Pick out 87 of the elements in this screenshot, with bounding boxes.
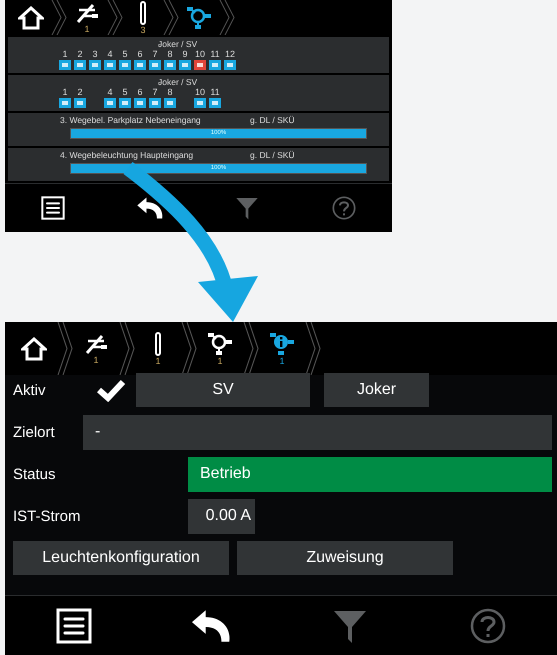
- menu-icon[interactable]: [56, 608, 92, 644]
- chevron-icon: [57, 322, 73, 375]
- lamp-number: 9: [182, 49, 188, 60]
- lamp-number: 3: [92, 49, 98, 60]
- checkmark-icon[interactable]: [96, 378, 126, 402]
- group-title: 4. Wegebeleuchtung Haupteingang: [60, 150, 194, 160]
- lamp-icon[interactable]: [164, 98, 176, 108]
- chevron-icon: [181, 322, 197, 375]
- lamp-icon[interactable]: [149, 98, 161, 108]
- breadcrumb-tab[interactable]: 1: [73, 322, 119, 375]
- lamp-number: 10: [194, 87, 205, 98]
- group-title: 3. Wegebel. Parkplatz Nebeneingang: [60, 115, 202, 125]
- lamp-number: 5: [122, 49, 128, 60]
- lamp-icon[interactable]: [209, 60, 221, 70]
- crossed-node-icon: [75, 2, 99, 24]
- destination-field[interactable]: -: [83, 414, 552, 450]
- info-node-icon: [269, 332, 295, 356]
- node-icon: [207, 332, 233, 356]
- lamp-number: 8: [167, 87, 172, 98]
- breadcrumb-tab[interactable]: 3: [123, 0, 163, 35]
- lamp-icon[interactable]: [89, 60, 101, 70]
- action-button[interactable]: Joker: [324, 373, 429, 407]
- chevron-icon: [119, 322, 135, 375]
- lamp-icon[interactable]: [164, 60, 176, 70]
- action-button[interactable]: Leuchtenkonfiguration: [13, 541, 229, 575]
- lamp-number: 11: [210, 87, 220, 98]
- chevron-icon: [243, 322, 259, 375]
- field-label: IST-Strom: [13, 508, 82, 524]
- field-label: Status: [13, 466, 57, 482]
- lamp-number: 4: [107, 49, 112, 60]
- bar-icon: [139, 0, 147, 24]
- lamp-icon[interactable]: [74, 98, 86, 108]
- lamp-number: 12: [224, 49, 235, 60]
- home-icon: [21, 336, 47, 360]
- bar-icon: [154, 332, 162, 356]
- chevron-icon: [305, 322, 321, 375]
- current-field: 0.00 A: [188, 498, 255, 534]
- field-label: Aktiv: [13, 382, 47, 398]
- crossed-node-icon: [84, 332, 108, 354]
- action-button[interactable]: SV: [136, 373, 310, 407]
- breadcrumb-tab[interactable]: 1: [135, 322, 181, 375]
- lamp-icon[interactable]: [194, 98, 206, 108]
- lamp-number: 8: [167, 49, 172, 60]
- list-row[interactable]: -Joker / SV 1 2 4 5 6 7 8 10 11: [8, 75, 389, 111]
- group-type: g. DL / SKÜ: [250, 150, 295, 160]
- action-button[interactable]: Zuweisung: [237, 541, 453, 575]
- chevron-icon: [51, 0, 67, 35]
- lamp-icon[interactable]: [209, 98, 221, 108]
- lamp-number: 1: [62, 87, 68, 98]
- lamp-icon[interactable]: [194, 60, 206, 70]
- lamp-number: 7: [152, 49, 158, 60]
- chevron-icon: [219, 0, 235, 35]
- breadcrumb-tab[interactable]: 1: [197, 322, 243, 375]
- lamp-icon[interactable]: [59, 60, 71, 70]
- group-type: g. DL / SKÜ: [250, 115, 295, 125]
- lamp-icon[interactable]: [134, 60, 146, 70]
- lamp-number: 4: [107, 87, 112, 98]
- lamp-number: 7: [152, 87, 158, 98]
- lamp-number: 2: [77, 49, 82, 60]
- lamp-number: 11: [210, 49, 220, 60]
- home-icon: [18, 6, 44, 30]
- lamp-icon[interactable]: [104, 98, 116, 108]
- lamp-icon[interactable]: [224, 60, 236, 70]
- field-label: Zielort: [13, 424, 56, 440]
- status-field: Betrieb: [188, 456, 552, 492]
- lamp-icon[interactable]: [59, 98, 71, 108]
- back-arrow-icon[interactable]: [136, 196, 165, 220]
- lamp-number: 10: [194, 49, 205, 60]
- lamp-icon[interactable]: [149, 60, 161, 70]
- breadcrumb-tab[interactable]: 1: [259, 322, 305, 375]
- lamp-icon[interactable]: [134, 98, 146, 108]
- lamp-number: 6: [137, 49, 142, 60]
- lamp-icon[interactable]: [119, 98, 131, 108]
- chevron-icon: [163, 0, 179, 35]
- lamp-icon[interactable]: [179, 60, 191, 70]
- lamp-icon[interactable]: [119, 60, 131, 70]
- lamp-icon[interactable]: [104, 60, 116, 70]
- chevron-icon: [107, 0, 123, 35]
- menu-icon[interactable]: [41, 196, 66, 220]
- lamp-number: 6: [137, 87, 142, 98]
- lamp-number: 1: [62, 49, 68, 60]
- lamp-number: 5: [122, 87, 128, 98]
- lamp-number: 2: [77, 87, 82, 98]
- lamp-icon[interactable]: [74, 60, 86, 70]
- breadcrumb-tab[interactable]: 1: [67, 0, 107, 35]
- node-icon: [186, 6, 212, 30]
- list-row[interactable]: -Joker / SV 1 2 3 4 5 6 7 8 9 10 11 12: [8, 37, 389, 73]
